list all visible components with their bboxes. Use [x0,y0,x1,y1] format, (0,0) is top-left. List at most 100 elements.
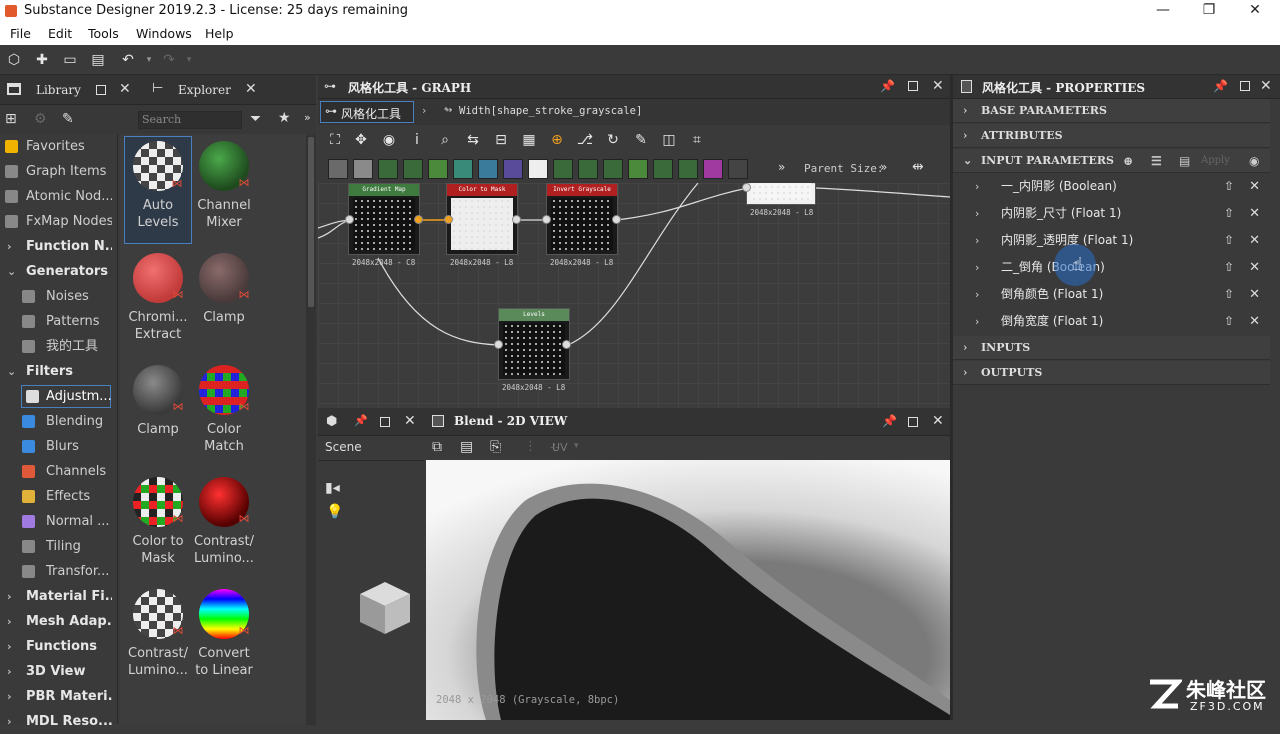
node-port[interactable] [444,215,453,224]
screenshot-icon[interactable]: ◉ [380,131,398,149]
chevron-down-icon[interactable]: ⌄ [7,259,16,284]
list-icon[interactable]: ☰ [1151,149,1162,173]
node-port[interactable] [562,340,571,349]
close-button[interactable]: ✕ [1240,2,1270,18]
menu-help[interactable]: Help [205,26,234,41]
properties-section[interactable]: › INPUTS [953,336,1270,360]
library-item[interactable]: › Mesh Adap... [0,609,113,634]
input-parameter-row[interactable]: › 二_倒角 (Boolean) ⇧ ✕ [953,255,1270,280]
library-float-icon[interactable] [96,85,106,95]
bitmap-node-icon[interactable] [328,159,348,179]
chevron-right-icon[interactable]: › [963,361,967,385]
crop-icon[interactable]: ⌗ [688,131,706,149]
histogram-icon[interactable] [628,159,648,179]
graph-node[interactable]: Gradient Map [348,183,420,255]
move-up-icon[interactable]: ⇧ [1224,255,1234,280]
move-up-icon[interactable]: ⇧ [1224,174,1234,199]
library-item[interactable]: Channels [0,459,113,484]
library-thumbnail[interactable]: ⋈ Color to Mask [124,472,192,567]
library-item[interactable]: Tiling [0,534,113,559]
library-item[interactable]: › Function N... [0,234,113,259]
library-item[interactable]: FxMap Nodes [0,209,113,234]
library-item[interactable]: Blurs [0,434,113,459]
library-scrollbar[interactable] [306,135,316,725]
chevron-right-icon[interactable]: › [975,255,979,280]
node-port[interactable] [345,215,354,224]
add-param-icon[interactable]: ⊕ [1123,149,1133,173]
library-item[interactable]: Adjustm... [20,384,112,409]
view2d-export-icon[interactable]: ⧉ [432,439,442,455]
library-item[interactable]: › PBR Materi... [0,684,113,709]
view2d-uv-label[interactable]: UV [552,441,568,454]
frame-all-icon[interactable]: ✥ [352,131,370,149]
properties-float-icon[interactable] [1240,81,1250,91]
layout-icon[interactable]: ▦ [520,131,538,149]
chevron-right-icon[interactable]: › [975,282,979,307]
node-port[interactable] [542,215,551,224]
properties-close-icon[interactable]: ✕ [1260,78,1272,94]
chevron-right-icon[interactable]: › [7,584,12,609]
library-item[interactable]: 我的工具 [0,334,113,359]
library-edit-icon[interactable]: ✎ [62,111,74,127]
node-port[interactable] [494,340,503,349]
delete-parameter-icon[interactable]: ✕ [1249,282,1260,307]
align-icon[interactable]: ⇆ [464,131,482,149]
library-thumbnail[interactable]: ⋈ Color Match [190,360,258,455]
save-icon[interactable]: ▤ [89,51,107,69]
tab-explorer[interactable]: Explorer [178,75,231,105]
properties-section[interactable]: › ATTRIBUTES [953,124,1270,148]
input-parameter-row[interactable]: › 倒角颜色 (Float 1) ⇧ ✕ [953,282,1270,307]
info-icon[interactable]: ⅰ [408,131,426,149]
explorer-close-icon[interactable]: ✕ [245,81,257,97]
chevron-right-icon[interactable]: › [7,684,12,709]
favorite-filter-icon[interactable]: ★ [278,110,291,126]
scene-pin-icon[interactable]: 📌 [354,414,368,427]
fxmap-icon[interactable] [728,159,748,179]
output-icon[interactable] [553,159,573,179]
move-up-icon[interactable]: ⇧ [1224,282,1234,307]
view2d-close-icon[interactable]: ✕ [932,413,944,429]
delete-parameter-icon[interactable]: ✕ [1249,309,1260,334]
distribute-icon[interactable]: ⊟ [492,131,510,149]
chevron-right-icon[interactable]: › [7,234,12,259]
save-param-icon[interactable]: ▤ [1179,149,1190,173]
delete-parameter-icon[interactable]: ✕ [1249,174,1260,199]
cube-preview[interactable] [360,582,410,634]
node-port[interactable] [512,215,521,224]
menu-windows[interactable]: Windows [136,26,192,41]
library-item[interactable]: Favorites [0,134,113,159]
move-up-icon[interactable]: ⇧ [1224,309,1234,334]
search-icon[interactable]: ⌕ [436,131,454,149]
redo-icon[interactable]: ↷ [160,51,178,69]
export-icon[interactable]: ◫ [660,131,678,149]
graph-canvas[interactable]: Gradient Map 2048x2048 - C8 Color to Mask 2… [318,183,950,408]
graph-node[interactable] [746,183,816,205]
chevron-right-icon[interactable]: › [963,99,967,123]
restore-button[interactable]: ❐ [1194,2,1224,18]
frame-select-icon[interactable]: ⛶ [326,131,344,149]
input-parameter-row[interactable]: › 一_内阴影 (Boolean) ⇧ ✕ [953,174,1270,199]
warp-icon[interactable] [678,159,698,179]
view2d-channels-icon[interactable]: ⋮ [524,439,537,454]
properties-pin-icon[interactable]: 📌 [1213,79,1228,93]
library-item[interactable]: Patterns [0,309,113,334]
more-nodes-icon[interactable]: » [778,160,785,174]
library-thumbnail[interactable]: ⋈ Clamp [190,248,258,326]
gradient-icon[interactable] [503,159,523,179]
library-thumbnail[interactable]: ⋈ Chromi... Extract [124,248,192,343]
redo-dropdown-icon[interactable]: ▾ [180,51,198,69]
library-item[interactable]: Graph Items [0,159,113,184]
library-thumbnail[interactable]: ⋈ Channel Mixer [190,136,258,231]
breadcrumb-root[interactable]: ⊶ 风格化工具 [320,101,414,123]
more-icon[interactable]: » [304,111,311,124]
levels-icon[interactable] [453,159,473,179]
transform-icon[interactable] [403,159,423,179]
chevron-right-icon[interactable]: › [7,659,12,684]
filter-icon[interactable]: ⏷ [250,111,261,127]
graph-node[interactable]: Levels [498,308,570,380]
graph-float-icon[interactable] [908,81,918,91]
scene-close-icon[interactable]: ✕ [404,413,416,429]
library-thumbnail[interactable]: ⋈ Auto Levels [124,136,192,244]
chevron-right-icon[interactable]: › [963,336,967,360]
input-parameter-row[interactable]: › 倒角宽度 (Float 1) ⇧ ✕ [953,309,1270,334]
